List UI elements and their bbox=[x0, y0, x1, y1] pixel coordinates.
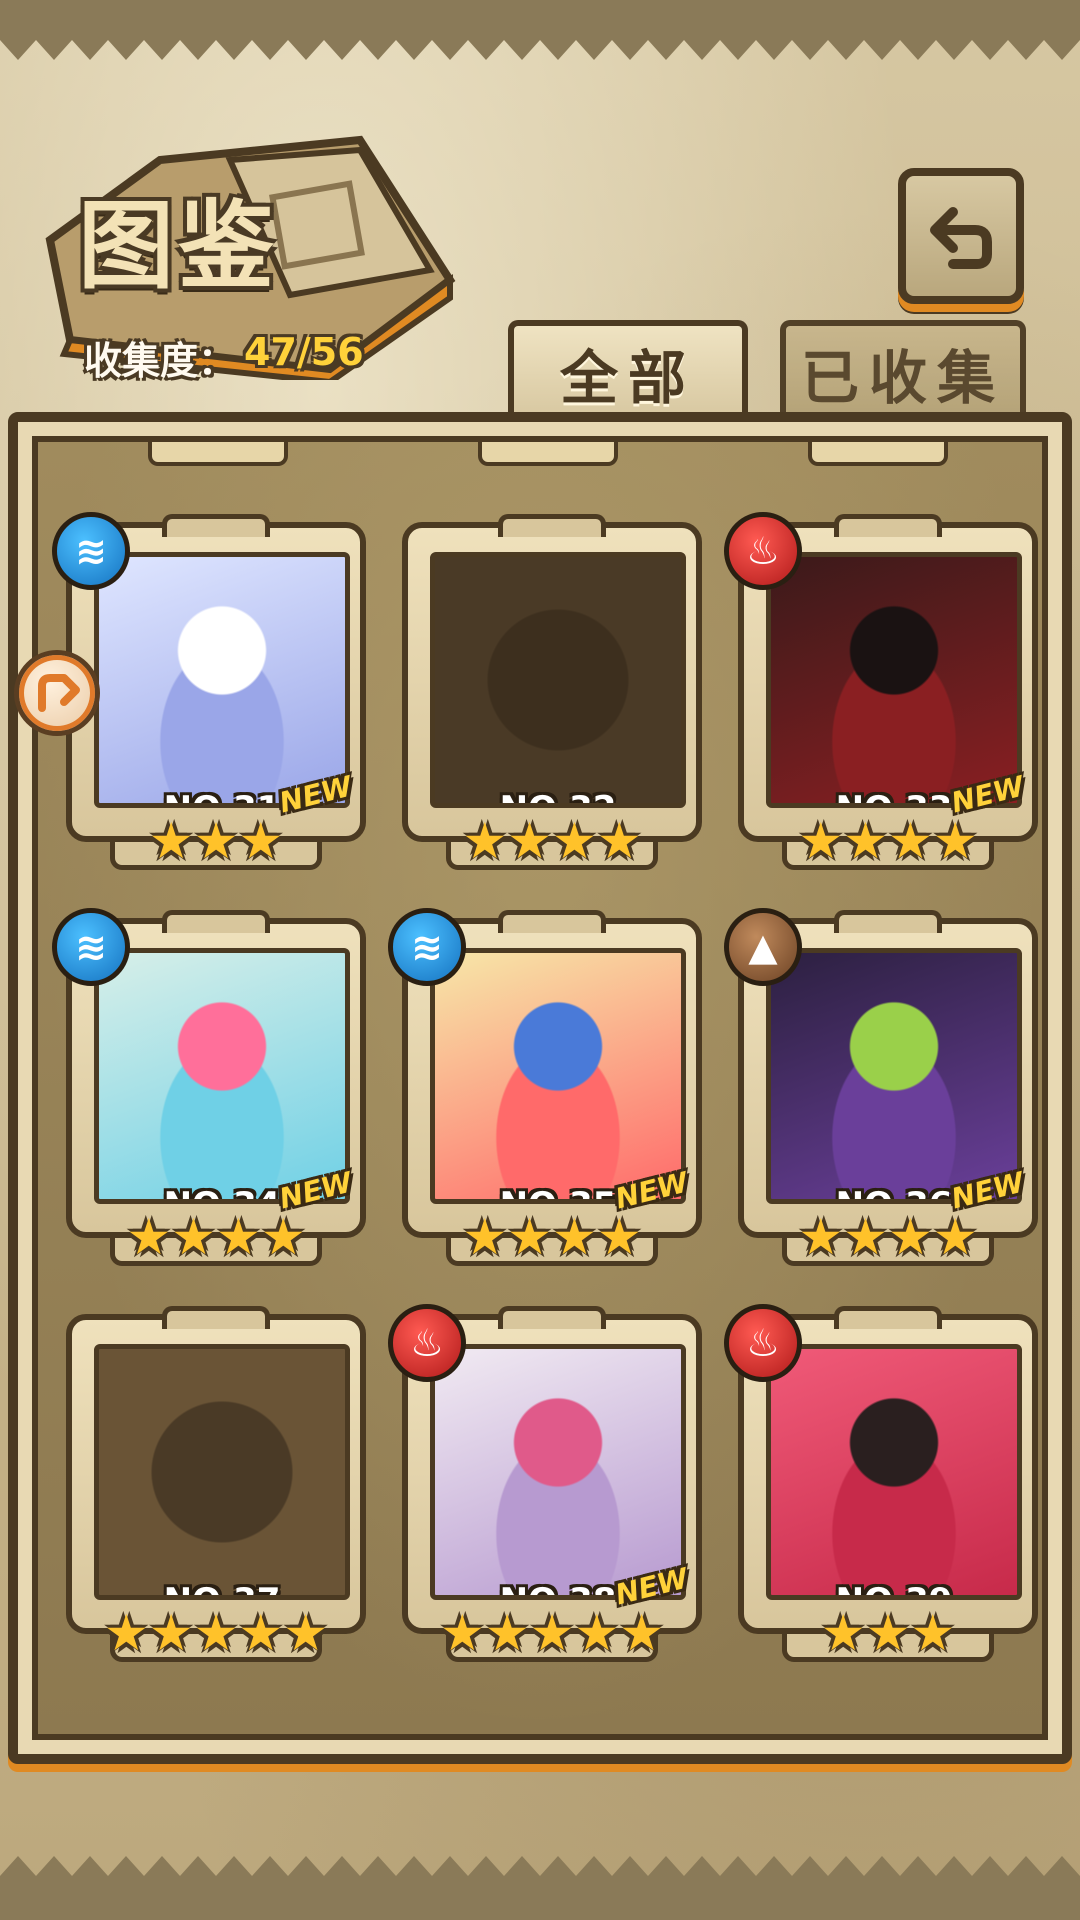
back-button[interactable] bbox=[898, 168, 1024, 304]
star-icon: ★ bbox=[238, 812, 284, 870]
character-portrait: NO.34 bbox=[94, 948, 350, 1204]
star-icon: ★ bbox=[843, 812, 888, 870]
star-rating: ★ ★ ★ ★ ★ bbox=[60, 1608, 372, 1658]
star-icon: ★ bbox=[260, 1208, 306, 1266]
locked-silhouette: NO.32 bbox=[430, 552, 686, 808]
character-card[interactable]: NO.31NEW★★★≋ bbox=[52, 512, 372, 872]
star-icon: ★ bbox=[462, 812, 508, 870]
star-icon: ★ bbox=[865, 1604, 911, 1662]
star-icon: ★ bbox=[148, 1604, 194, 1662]
star-icon: ★ bbox=[596, 812, 642, 870]
character-card[interactable]: NO.36NEW★★★★▲ bbox=[724, 908, 1042, 1268]
star-icon: ★ bbox=[126, 1208, 172, 1266]
collection-label: 收集度： bbox=[84, 339, 237, 383]
star-icon: ★ bbox=[932, 1208, 978, 1266]
star-icon: ★ bbox=[462, 1208, 508, 1266]
star-icon: ★ bbox=[216, 1208, 261, 1266]
bottom-border bbox=[0, 1856, 1080, 1920]
star-icon: ★ bbox=[238, 1604, 284, 1662]
character-card[interactable]: NO.34NEW★★★★≋ bbox=[52, 908, 372, 1268]
star-icon: ★ bbox=[798, 812, 844, 870]
top-border bbox=[0, 0, 1080, 60]
character-portrait: NO.35 bbox=[430, 948, 686, 1204]
character-card[interactable]: NO.32★★★★ bbox=[396, 512, 708, 872]
star-icon: ★ bbox=[888, 812, 933, 870]
character-portrait: NO.31 bbox=[94, 552, 350, 808]
star-icon: ★ bbox=[888, 1208, 933, 1266]
back-arrow-icon bbox=[930, 207, 992, 269]
star-icon: ★ bbox=[552, 812, 597, 870]
star-icon: ★ bbox=[507, 812, 552, 870]
star-icon: ★ bbox=[552, 1208, 597, 1266]
partial-card-stars bbox=[148, 442, 288, 466]
tab-all[interactable]: 全部 bbox=[508, 320, 748, 420]
earth-element-icon: ▲ bbox=[724, 908, 802, 986]
character-portrait: NO.33 bbox=[766, 552, 1022, 808]
character-card[interactable]: NO.39★★★♨ bbox=[724, 1304, 1042, 1664]
card-number: NO.39 bbox=[771, 1581, 1017, 1595]
character-portrait: NO.39 bbox=[766, 1344, 1022, 1600]
star-icon: ★ bbox=[596, 1208, 642, 1266]
character-card[interactable]: NO.35NEW★★★★≋ bbox=[388, 908, 708, 1268]
star-icon: ★ bbox=[574, 1604, 620, 1662]
collection-progress: 收集度： 47/56 bbox=[84, 330, 364, 385]
page-title: 图鉴 bbox=[78, 189, 278, 302]
character-card[interactable]: NO.38NEW★★★★★♨ bbox=[388, 1304, 708, 1664]
star-rating: ★ ★ ★ ★ bbox=[60, 1212, 372, 1262]
star-rating: ★ ★ ★ bbox=[60, 816, 372, 866]
star-icon: ★ bbox=[932, 812, 978, 870]
water-element-icon: ≋ bbox=[388, 908, 466, 986]
collection-panel: NO.31NEW★★★≋NO.32★★★★NO.33NEW★★★★♨NO.34N… bbox=[8, 412, 1072, 1764]
star-rating: ★ ★ ★ ★ bbox=[396, 816, 708, 866]
side-pointer-button[interactable] bbox=[14, 650, 100, 736]
tab-collected[interactable]: 已收集 bbox=[780, 320, 1026, 420]
star-icon: ★ bbox=[484, 1604, 530, 1662]
card-frame: NO.32 bbox=[402, 514, 702, 842]
card-number: NO.37 bbox=[99, 1581, 345, 1595]
star-icon: ★ bbox=[148, 812, 194, 870]
fire-element-icon: ♨ bbox=[724, 512, 802, 590]
star-rating: ★ ★ ★ ★ ★ bbox=[396, 1608, 708, 1658]
scrolled-previous-row bbox=[38, 442, 1042, 482]
star-icon: ★ bbox=[283, 1604, 329, 1662]
star-icon: ★ bbox=[439, 1604, 485, 1662]
star-rating: ★ ★ ★ ★ bbox=[396, 1212, 708, 1262]
character-portrait: NO.36 bbox=[766, 948, 1022, 1204]
star-icon: ★ bbox=[843, 1208, 888, 1266]
locked-silhouette: NO.37 bbox=[94, 1344, 350, 1600]
star-rating: ★ ★ ★ ★ bbox=[732, 1208, 1042, 1266]
fire-element-icon: ♨ bbox=[388, 1304, 466, 1382]
card-number: NO.32 bbox=[435, 789, 681, 803]
character-portrait: NO.38 bbox=[430, 1344, 686, 1600]
pointer-arrow-icon bbox=[38, 674, 80, 712]
partial-card-stars bbox=[808, 442, 948, 466]
water-element-icon: ≋ bbox=[52, 908, 130, 986]
star-icon: ★ bbox=[529, 1604, 575, 1662]
star-icon: ★ bbox=[193, 1604, 239, 1662]
star-icon: ★ bbox=[820, 1604, 866, 1662]
character-card[interactable]: NO.33NEW★★★★♨ bbox=[724, 512, 1042, 872]
star-icon: ★ bbox=[619, 1604, 665, 1662]
star-icon: ★ bbox=[507, 1208, 552, 1266]
character-card[interactable]: NO.37★★★★★ bbox=[60, 1304, 372, 1664]
star-icon: ★ bbox=[798, 1208, 844, 1266]
star-icon: ★ bbox=[193, 812, 239, 870]
star-icon: ★ bbox=[910, 1604, 956, 1662]
partial-card-stars bbox=[478, 442, 618, 466]
star-icon: ★ bbox=[171, 1208, 216, 1266]
card-grid[interactable]: NO.31NEW★★★≋NO.32★★★★NO.33NEW★★★★♨NO.34N… bbox=[32, 436, 1048, 1740]
star-rating: ★ ★ ★ ★ bbox=[732, 812, 1042, 870]
card-frame: NO.37 bbox=[66, 1306, 366, 1634]
star-rating: ★ ★ ★ bbox=[732, 1604, 1042, 1662]
fire-element-icon: ♨ bbox=[724, 1304, 802, 1382]
collection-value: 47/56 bbox=[244, 330, 364, 374]
star-icon: ★ bbox=[103, 1604, 149, 1662]
water-element-icon: ≋ bbox=[52, 512, 130, 590]
